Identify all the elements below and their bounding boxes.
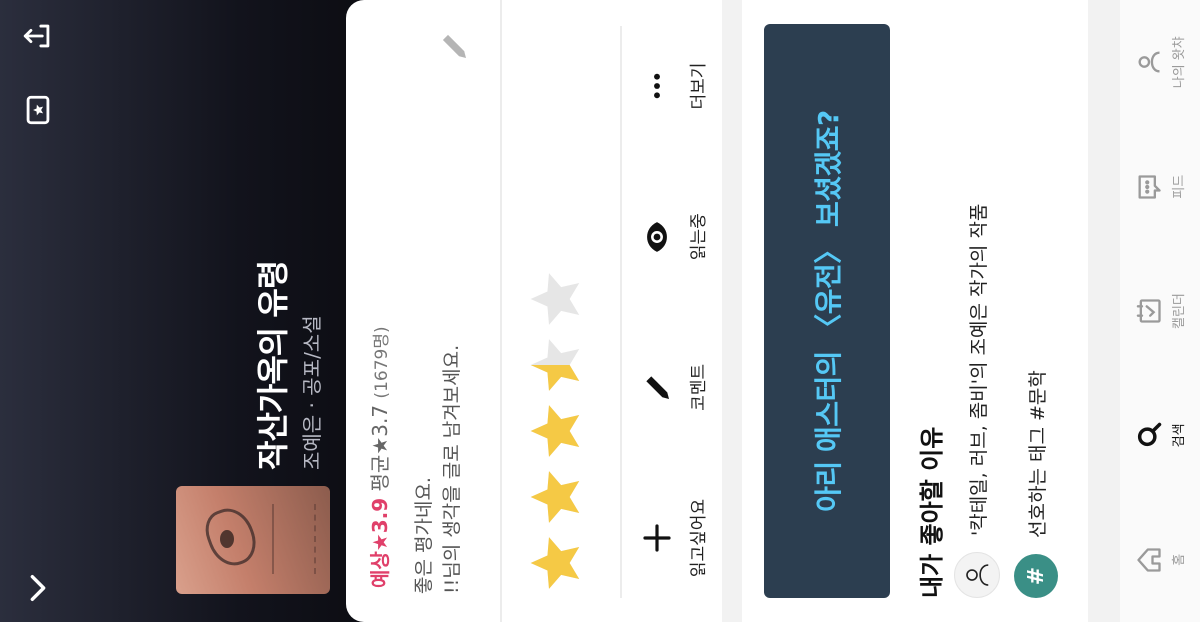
nav-my-watcha[interactable]: 나의 왓챠	[1134, 12, 1187, 112]
nav-home[interactable]: 홈	[1134, 510, 1187, 610]
nav-label: 피드	[1171, 174, 1187, 199]
edit-comment-button[interactable]	[436, 24, 476, 64]
want-to-read-button[interactable]: 읽고싶어요	[640, 478, 709, 598]
rating-count: (1679명)	[372, 326, 392, 399]
nav-separator	[1090, 0, 1110, 622]
promo-banner[interactable]: 아리 애스터의 〈유전〉 보셨겠죠?	[764, 24, 890, 598]
bottom-navigation: 홈 검색 캘린더 피드 나의 왓챠	[1120, 0, 1200, 622]
user-icon	[966, 564, 989, 586]
rating-star-2[interactable]	[526, 466, 588, 528]
nav-label: 캘린더	[1171, 293, 1187, 329]
nav-label: 홈	[1171, 553, 1187, 566]
comment-prompt-line2: !!님의 생각을 글로 남겨보세요.	[441, 344, 463, 594]
reason-badge	[954, 552, 1000, 598]
book-title: 작산가옥의 유령	[254, 260, 292, 470]
reason-text: '칵테일, 러브, 좀비'의 조예은 작가의 작품	[967, 203, 990, 536]
star-frame-icon	[26, 95, 50, 125]
search-icon	[1137, 423, 1161, 447]
divider	[500, 0, 502, 622]
pencil-icon	[646, 376, 669, 400]
rating-star-5[interactable]	[526, 268, 588, 330]
more-icon	[654, 73, 660, 99]
profile-icon	[1138, 51, 1160, 73]
comment-prompt[interactable]: 좋은 평가네요. !!님의 생각을 글로 남겨보세요.	[410, 74, 500, 594]
average-rating: 평균★3.7	[368, 404, 392, 492]
book-cover-image	[176, 486, 330, 594]
eye-icon	[647, 221, 667, 252]
app-screen: 작산가옥의 유령 조예은 · 공포/소설 예상★3.9 평균★3.7 (1679…	[0, 0, 1200, 622]
promo-banner-text: 아리 애스터의 〈유전〉 보셨겠죠?	[812, 110, 845, 512]
share-button[interactable]	[18, 16, 58, 56]
reading-button[interactable]: 읽는중	[640, 177, 709, 297]
book-author-genre: 조예은 · 공포/소설	[300, 315, 324, 470]
feed-icon	[1138, 174, 1161, 199]
rating-summary: 예상★3.9 평균★3.7 (1679명)	[364, 326, 393, 588]
user-star-rating[interactable]	[526, 268, 588, 594]
reason-badge: #	[1014, 554, 1058, 598]
collapse-button[interactable]	[18, 568, 58, 608]
rating-star-4[interactable]	[526, 334, 588, 396]
nav-feed[interactable]: 피드	[1134, 137, 1187, 237]
hash-icon: #	[1023, 566, 1049, 586]
wishlist-collection-button[interactable]	[18, 90, 58, 130]
recommendation-section: 아리 애스터의 〈유전〉 보셨겠죠? 내가 좋아할 이유 '칵테일, 러브, 좀…	[742, 0, 1088, 622]
more-button[interactable]: 더보기	[640, 26, 709, 146]
reason-item[interactable]: # 선호하는 태그 #문학	[1014, 370, 1058, 598]
rating-card: 예상★3.9 평균★3.7 (1679명) 좋은 평가네요. !!님의 생각을 …	[346, 0, 722, 622]
hero-header: 작산가옥의 유령 조예은 · 공포/소설	[0, 0, 400, 622]
divider	[620, 26, 622, 598]
predicted-rating: 예상★3.9	[368, 497, 392, 588]
rating-star-3[interactable]	[526, 400, 588, 462]
plus-icon	[643, 524, 671, 552]
reason-item[interactable]: '칵테일, 러브, 좀비'의 조예은 작가의 작품	[954, 204, 1000, 598]
comment-prompt-line1: 좋은 평가네요.	[413, 477, 435, 594]
pencil-icon	[442, 34, 466, 58]
nav-label: 검색	[1171, 423, 1187, 448]
nav-search[interactable]: 검색	[1134, 385, 1187, 485]
action-label: 코멘트	[689, 363, 709, 411]
rating-star-1[interactable]	[526, 532, 588, 594]
reason-text: 선호하는 태그 #문학	[1026, 370, 1049, 538]
share-icon	[23, 24, 50, 48]
nav-label: 나의 왓챠	[1171, 36, 1187, 89]
chevron-down-icon	[30, 574, 46, 602]
calendar-icon	[1136, 299, 1161, 323]
action-label: 더보기	[689, 62, 709, 110]
action-label: 읽고싶어요	[689, 498, 709, 578]
action-bar: 읽고싶어요 코멘트 읽는중 더보기	[640, 26, 709, 598]
comment-button[interactable]: 코멘트	[640, 327, 709, 447]
reasons-title: 내가 좋아할 이유	[918, 426, 946, 598]
nav-calendar[interactable]: 캘린더	[1134, 261, 1187, 361]
home-icon	[1136, 548, 1161, 572]
action-label: 읽는중	[689, 213, 709, 261]
section-gap	[722, 0, 742, 622]
